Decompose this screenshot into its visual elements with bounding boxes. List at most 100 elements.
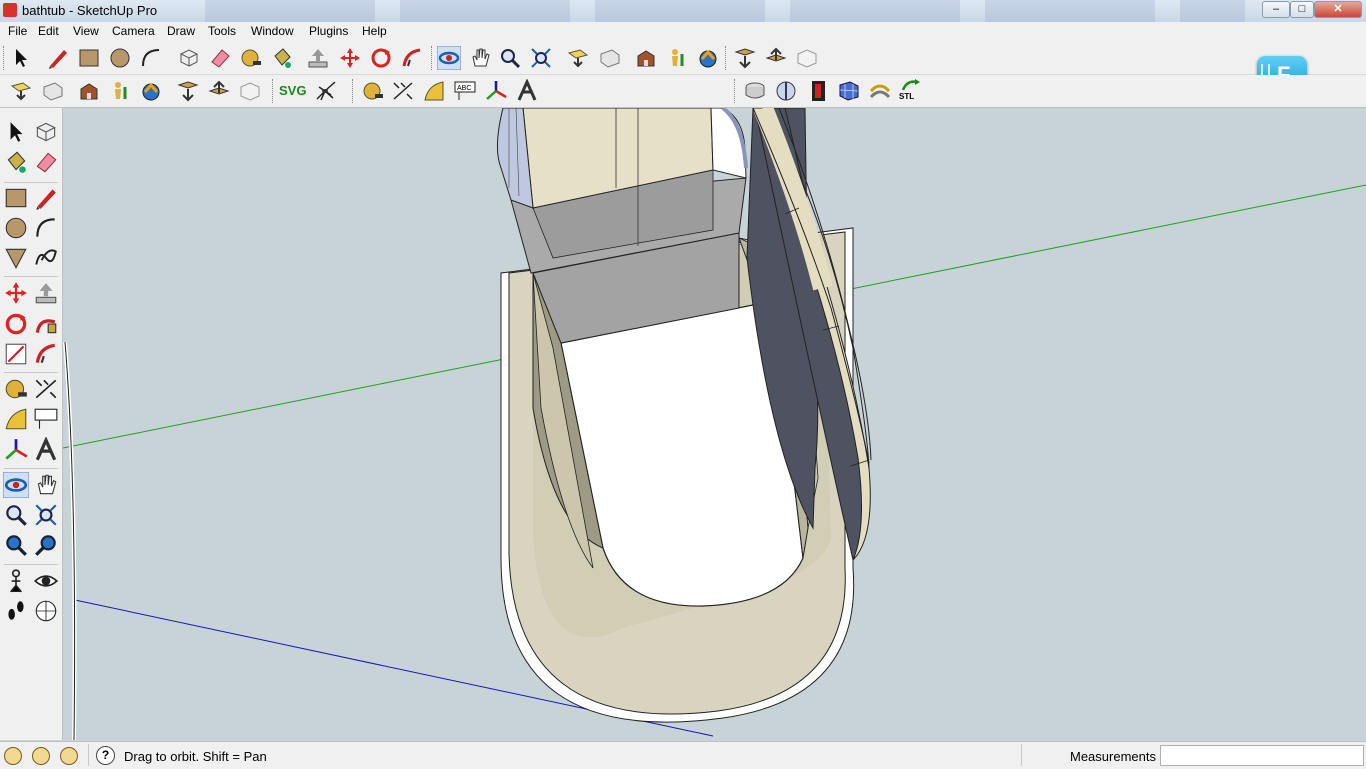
previous-view-icon[interactable] xyxy=(566,46,590,70)
position-camera-icon[interactable] xyxy=(3,568,29,594)
component-down-icon[interactable] xyxy=(733,46,757,70)
axes-icon[interactable] xyxy=(484,79,508,103)
scale-icon[interactable] xyxy=(3,341,29,367)
next-view-icon[interactable] xyxy=(41,79,65,103)
zoom-extents-icon[interactable] xyxy=(33,502,59,528)
arc-icon[interactable] xyxy=(33,215,59,241)
protractor-icon[interactable] xyxy=(3,406,29,432)
make-component-icon[interactable] xyxy=(33,119,59,145)
section-plane-icon[interactable] xyxy=(774,79,798,103)
section-compass-icon[interactable] xyxy=(33,598,59,624)
menu-edit[interactable]: Edit xyxy=(38,24,59,38)
menu-plugins[interactable]: Plugins xyxy=(309,24,348,38)
component-ghost-icon[interactable] xyxy=(795,46,819,70)
next-view-icon[interactable] xyxy=(598,46,622,70)
make-component-icon[interactable] xyxy=(177,46,201,70)
axes-icon[interactable] xyxy=(3,437,29,463)
previous-zoom-icon[interactable] xyxy=(33,532,59,558)
follow-me-icon[interactable] xyxy=(400,46,424,70)
polygon-icon[interactable] xyxy=(3,245,29,271)
text-tool-icon[interactable] xyxy=(33,406,59,432)
protractor-icon[interactable] xyxy=(422,79,446,103)
walk-footprints-icon[interactable] xyxy=(3,598,29,624)
tape-measure-icon[interactable] xyxy=(239,46,263,70)
toolbar-grip[interactable] xyxy=(272,79,276,103)
credits-icon[interactable] xyxy=(32,747,50,765)
get-models-icon[interactable] xyxy=(77,79,101,103)
door-icon[interactable] xyxy=(806,79,830,103)
component-up-icon[interactable] xyxy=(764,46,788,70)
component-down-icon[interactable] xyxy=(176,79,200,103)
share-component-icon[interactable] xyxy=(108,79,132,103)
circle-icon[interactable] xyxy=(108,46,132,70)
menu-camera[interactable]: Camera xyxy=(112,24,155,38)
pan-hand-icon[interactable] xyxy=(33,472,59,498)
3d-text-icon[interactable] xyxy=(33,437,59,463)
menu-draw[interactable]: Draw xyxy=(167,24,195,38)
previous-view-icon[interactable] xyxy=(9,79,33,103)
text-tool-icon[interactable]: ABC xyxy=(453,79,477,103)
curviloft-icon[interactable] xyxy=(868,79,892,103)
circle-icon[interactable] xyxy=(3,215,29,241)
select-arrow-icon[interactable] xyxy=(3,119,29,145)
mosquito-icon[interactable] xyxy=(313,79,337,103)
minimize-button[interactable]: – xyxy=(1262,1,1290,18)
paint-bucket-icon[interactable] xyxy=(3,149,29,175)
dimension-icon[interactable] xyxy=(391,79,415,103)
menu-file[interactable]: File xyxy=(8,24,27,38)
modeling-viewport[interactable] xyxy=(63,108,1366,740)
maximize-button[interactable]: □ xyxy=(1290,1,1314,18)
share-component-icon[interactable] xyxy=(665,46,689,70)
component-up-icon[interactable] xyxy=(207,79,231,103)
toolbar-grip[interactable] xyxy=(431,46,435,70)
menu-window[interactable]: Window xyxy=(251,24,294,38)
arc-icon[interactable] xyxy=(139,46,163,70)
dimension-icon[interactable] xyxy=(33,376,59,402)
svg-export-button[interactable]: SVG xyxy=(279,83,309,107)
eraser-icon[interactable] xyxy=(33,149,59,175)
toolbar-grip[interactable] xyxy=(734,79,738,103)
geo-location-icon[interactable] xyxy=(4,747,22,765)
push-pull-icon[interactable] xyxy=(306,46,330,70)
instructor-help-button[interactable]: ? xyxy=(96,746,115,765)
follow-me-icon[interactable] xyxy=(33,311,59,337)
menu-help[interactable]: Help xyxy=(362,24,387,38)
tape-measure-icon[interactable] xyxy=(3,376,29,402)
close-button[interactable]: ✕ xyxy=(1314,1,1362,18)
upload-globe-icon[interactable] xyxy=(696,46,720,70)
eraser-icon[interactable] xyxy=(208,46,232,70)
freehand-icon[interactable] xyxy=(33,245,59,271)
menu-view[interactable]: View xyxy=(73,24,99,38)
zoom-extents-icon[interactable] xyxy=(529,46,553,70)
look-around-eye-icon[interactable] xyxy=(33,568,59,594)
tape-measure-icon[interactable] xyxy=(361,79,385,103)
move-icon[interactable] xyxy=(3,280,29,306)
pencil-line-icon[interactable] xyxy=(33,185,59,211)
pan-hand-icon[interactable] xyxy=(468,46,492,70)
component-ghost-icon[interactable] xyxy=(238,79,262,103)
offset-icon[interactable] xyxy=(33,341,59,367)
paint-bucket-icon[interactable] xyxy=(270,46,294,70)
move-icon[interactable] xyxy=(338,46,362,70)
stl-export-button[interactable]: STL xyxy=(899,78,923,102)
toolbar-grip[interactable] xyxy=(3,46,7,70)
toolbar-grip[interactable] xyxy=(725,46,729,70)
get-models-icon[interactable] xyxy=(634,46,658,70)
select-arrow-icon[interactable] xyxy=(9,46,33,70)
orbit-icon[interactable] xyxy=(437,46,461,70)
orbit-icon[interactable] xyxy=(3,472,29,498)
zoom-magnifier-icon[interactable] xyxy=(3,502,29,528)
rectangle-icon[interactable] xyxy=(3,185,29,211)
pencil-line-icon[interactable] xyxy=(46,46,70,70)
rectangle-icon[interactable] xyxy=(77,46,101,70)
upload-globe-icon[interactable] xyxy=(139,79,163,103)
user-login-icon[interactable] xyxy=(60,747,78,765)
sandbox-icon[interactable] xyxy=(743,79,767,103)
zoom-window-icon[interactable] xyxy=(3,532,29,558)
rotate-icon[interactable] xyxy=(369,46,393,70)
3d-text-icon[interactable] xyxy=(515,79,539,103)
grid-cube-icon[interactable] xyxy=(837,79,861,103)
toolbar-grip[interactable] xyxy=(352,79,356,103)
zoom-magnifier-icon[interactable] xyxy=(498,46,522,70)
push-pull-icon[interactable] xyxy=(33,280,59,306)
